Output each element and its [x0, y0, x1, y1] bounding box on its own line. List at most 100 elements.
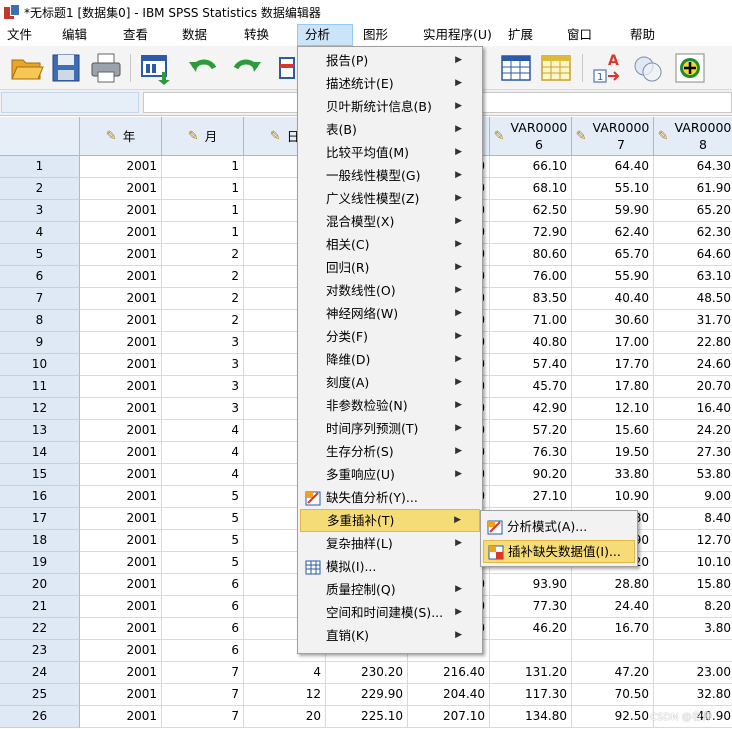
analyze-menu-item[interactable]: 神经网络(W) ▶	[300, 302, 480, 325]
undo-icon[interactable]	[186, 50, 222, 86]
data-cell[interactable]: 71.00	[490, 310, 572, 332]
data-cell[interactable]: 2001	[80, 640, 162, 662]
data-cell[interactable]: 2001	[80, 222, 162, 244]
analyze-patterns-item[interactable]: 分析模式(A)...	[483, 515, 635, 538]
column-header[interactable]: ✎ 月	[162, 117, 244, 156]
data-cell[interactable]: 76.00	[490, 266, 572, 288]
analyze-menu-item[interactable]: 时间序列预测(T) ▶	[300, 417, 480, 440]
analyze-menu-item[interactable]: 多重插补(T) ▶	[300, 509, 480, 532]
menu-4[interactable]: 转换(T)	[237, 24, 291, 64]
data-cell[interactable]: 2001	[80, 420, 162, 442]
menu-2[interactable]: 查看(V)	[116, 24, 170, 64]
data-cell[interactable]: 2001	[80, 354, 162, 376]
data-cell[interactable]: 12.70	[654, 530, 732, 552]
data-cell[interactable]: 2001	[80, 486, 162, 508]
data-cell[interactable]: 42.90	[490, 398, 572, 420]
data-cell[interactable]: 76.30	[490, 442, 572, 464]
data-cell[interactable]: 57.20	[490, 420, 572, 442]
use-sets-icon[interactable]	[672, 50, 708, 86]
data-cell[interactable]: 2001	[80, 200, 162, 222]
row-number[interactable]: 26	[0, 706, 80, 728]
data-cell[interactable]: 47.20	[572, 662, 654, 684]
data-cell[interactable]: 2001	[80, 706, 162, 728]
analyze-menu-item[interactable]: 相关(C) ▶	[300, 233, 480, 256]
data-cell[interactable]: 2001	[80, 464, 162, 486]
analyze-menu-item[interactable]: 复杂抽样(L) ▶	[300, 532, 480, 555]
data-cell[interactable]: 2001	[80, 376, 162, 398]
analyze-menu-item[interactable]: 对数线性(O) ▶	[300, 279, 480, 302]
data-cell[interactable]: 1	[162, 200, 244, 222]
data-cell[interactable]: 3	[162, 376, 244, 398]
data-cell[interactable]: 27.30	[654, 442, 732, 464]
data-cell[interactable]: 2001	[80, 574, 162, 596]
data-cell[interactable]: 12.10	[572, 398, 654, 420]
data-cell[interactable]: 2	[162, 288, 244, 310]
data-cell[interactable]: 2001	[80, 244, 162, 266]
data-cell[interactable]: 31.70	[654, 310, 732, 332]
data-cell[interactable]: 70.50	[572, 684, 654, 706]
data-cell[interactable]: 17.00	[572, 332, 654, 354]
data-cell[interactable]: 2001	[80, 310, 162, 332]
analyze-menu-item[interactable]: 降维(D) ▶	[300, 348, 480, 371]
data-cell[interactable]: 40.80	[490, 332, 572, 354]
data-cell[interactable]: 45.70	[490, 376, 572, 398]
menu-1[interactable]: 编辑(E)	[55, 24, 109, 64]
data-cell[interactable]: 4	[162, 420, 244, 442]
data-cell[interactable]: 5	[162, 552, 244, 574]
data-cell[interactable]: 204.40	[408, 684, 490, 706]
data-cell[interactable]: 64.30	[654, 156, 732, 178]
analyze-menu-item[interactable]: 生存分析(S) ▶	[300, 440, 480, 463]
data-cell[interactable]: 24.20	[654, 420, 732, 442]
data-cell[interactable]: 17.80	[572, 376, 654, 398]
insert-variable-icon[interactable]: A1	[590, 50, 626, 86]
menu-3[interactable]: 数据(D)	[175, 24, 229, 64]
row-number[interactable]: 20	[0, 574, 80, 596]
data-cell[interactable]: 55.10	[572, 178, 654, 200]
analyze-menu-item[interactable]: 贝叶斯统计信息(B) ▶	[300, 95, 480, 118]
data-cell[interactable]: 9.00	[654, 486, 732, 508]
analyze-menu-item[interactable]: 模拟(I)...	[300, 555, 480, 578]
data-cell[interactable]: 64.40	[572, 156, 654, 178]
data-cell[interactable]: 15.60	[572, 420, 654, 442]
row-number[interactable]: 22	[0, 618, 80, 640]
row-number[interactable]: 19	[0, 552, 80, 574]
data-cell[interactable]: 77.30	[490, 596, 572, 618]
redo-icon[interactable]	[228, 50, 264, 86]
data-cell[interactable]: 6	[162, 596, 244, 618]
data-cell[interactable]	[490, 640, 572, 662]
data-cell[interactable]: 62.30	[654, 222, 732, 244]
data-cell[interactable]: 15.80	[654, 574, 732, 596]
row-number[interactable]: 10	[0, 354, 80, 376]
data-cell[interactable]: 3	[162, 332, 244, 354]
analyze-menu-item[interactable]: 比较平均值(M) ▶	[300, 141, 480, 164]
data-cell[interactable]: 10.90	[572, 486, 654, 508]
data-cell[interactable]: 2001	[80, 332, 162, 354]
data-cell[interactable]: 12	[244, 684, 326, 706]
row-number[interactable]: 24	[0, 662, 80, 684]
data-cell[interactable]: 4	[162, 464, 244, 486]
row-number[interactable]: 13	[0, 420, 80, 442]
data-cell[interactable]: 131.20	[490, 662, 572, 684]
row-number[interactable]: 5	[0, 244, 80, 266]
data-cell[interactable]: 2001	[80, 266, 162, 288]
data-cell[interactable]: 59.90	[572, 200, 654, 222]
data-cell[interactable]: 2001	[80, 442, 162, 464]
analyze-menu-item[interactable]: 描述统计(E) ▶	[300, 72, 480, 95]
data-cell[interactable]: 2001	[80, 684, 162, 706]
data-cell[interactable]: 80.60	[490, 244, 572, 266]
data-cell[interactable]: 2001	[80, 156, 162, 178]
analyze-menu-item[interactable]: 分类(F) ▶	[300, 325, 480, 348]
row-number[interactable]: 15	[0, 464, 80, 486]
data-cell[interactable]: 93.90	[490, 574, 572, 596]
analyze-menu-item[interactable]: 非参数检验(N) ▶	[300, 394, 480, 417]
row-number[interactable]: 1	[0, 156, 80, 178]
data-cell[interactable]: 216.40	[408, 662, 490, 684]
data-cell[interactable]: 32.80	[654, 684, 732, 706]
value-labels-grid-icon[interactable]	[538, 50, 574, 86]
row-number[interactable]: 7	[0, 288, 80, 310]
row-number[interactable]: 8	[0, 310, 80, 332]
data-cell[interactable]: 134.80	[490, 706, 572, 728]
data-cell[interactable]: 8.40	[654, 508, 732, 530]
grid-corner[interactable]	[0, 117, 80, 156]
data-cell[interactable]: 24.40	[572, 596, 654, 618]
